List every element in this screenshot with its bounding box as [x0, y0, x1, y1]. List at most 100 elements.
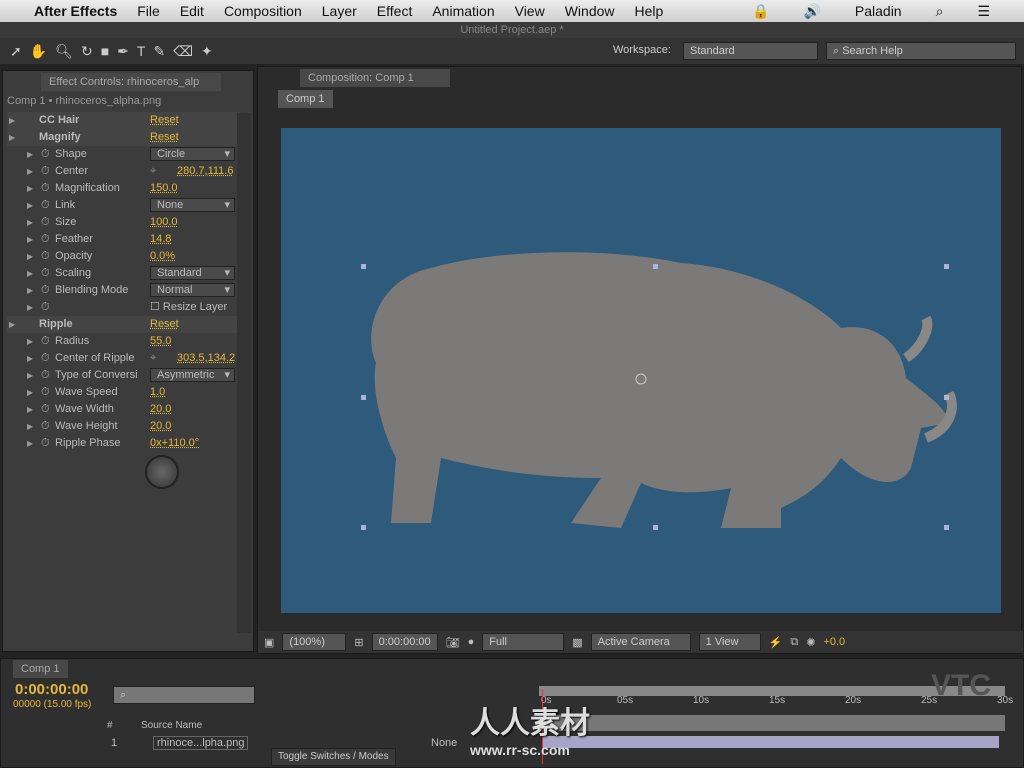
disclosure-triangle-icon[interactable]: ▶	[27, 299, 33, 316]
text-tool-icon[interactable]: T	[137, 43, 146, 59]
brush-tool-icon[interactable]: ✎	[153, 43, 165, 60]
reset-link[interactable]: Reset	[150, 112, 179, 129]
property-value[interactable]: 303.5,134.2	[177, 350, 235, 367]
toggle-switches-button[interactable]: Toggle Switches / Modes	[271, 748, 396, 766]
menu-edit[interactable]: Edit	[180, 3, 204, 19]
search-icon[interactable]: ⌕	[936, 3, 944, 20]
menu-layer[interactable]: Layer	[322, 3, 357, 19]
disclosure-triangle-icon[interactable]: ▶	[9, 112, 15, 129]
stopwatch-icon[interactable]: ⏱	[41, 350, 50, 367]
view-layout-select[interactable]: 1 View	[698, 633, 761, 651]
rhinoceros-layer[interactable]	[281, 128, 1001, 613]
grid-icon[interactable]: ⊞	[354, 636, 363, 649]
comp-breadcrumb[interactable]: Comp 1	[278, 90, 333, 108]
stopwatch-icon[interactable]: ⏱	[41, 435, 50, 452]
scrollbar[interactable]	[237, 113, 251, 633]
rotate-tool-icon[interactable]: ↻	[81, 43, 93, 60]
disclosure-triangle-icon[interactable]: ▶	[27, 146, 33, 163]
disclosure-triangle-icon[interactable]: ▶	[27, 163, 33, 180]
search-help-input[interactable]: ⌕ Search Help	[826, 42, 1016, 60]
stopwatch-icon[interactable]: ⏱	[41, 180, 50, 197]
stopwatch-icon[interactable]: ⏱	[41, 265, 50, 282]
zoom-select[interactable]: (100%)	[282, 633, 347, 651]
stopwatch-icon[interactable]: ⏱	[41, 418, 50, 435]
composition-tab[interactable]: Composition: Comp 1	[300, 69, 450, 87]
camera-select[interactable]: Active Camera	[590, 633, 691, 651]
disclosure-triangle-icon[interactable]: ▶	[27, 350, 33, 367]
property-value[interactable]: 0.0%	[150, 248, 175, 265]
stopwatch-icon[interactable]: ⏱	[41, 146, 50, 163]
pin-tool-icon[interactable]: ✦	[201, 43, 213, 60]
stopwatch-icon[interactable]: ⏱	[41, 367, 50, 384]
property-value[interactable]: 100.0	[150, 214, 178, 231]
disclosure-triangle-icon[interactable]: ▶	[27, 384, 33, 401]
workspace-select[interactable]: Standard	[683, 42, 818, 60]
zoom-tool-icon[interactable]: 🔍︎	[55, 43, 73, 60]
property-dropdown[interactable]: Normal	[150, 283, 235, 297]
snapshot-icon[interactable]: 📷︎	[446, 636, 460, 649]
disclosure-triangle-icon[interactable]: ▶	[27, 282, 33, 299]
hand-tool-icon[interactable]: ✋	[30, 43, 47, 60]
menu-view[interactable]: View	[515, 3, 545, 19]
flowchart-icon[interactable]: ⧉	[790, 636, 798, 649]
disclosure-triangle-icon[interactable]: ▶	[9, 129, 15, 146]
resolution-select[interactable]: Full	[482, 633, 565, 651]
list-icon[interactable]: ☰	[977, 3, 990, 20]
disclosure-triangle-icon[interactable]: ▶	[9, 316, 15, 333]
fast-preview-icon[interactable]: ⚡	[769, 636, 783, 649]
layer-mode[interactable]: None	[431, 737, 457, 749]
pen-tool-icon[interactable]: ✒	[117, 43, 129, 60]
disclosure-triangle-icon[interactable]: ▶	[27, 265, 33, 282]
timeline-current-time[interactable]: 0:00:00:00	[15, 681, 88, 698]
crosshair-icon[interactable]: ⌖	[150, 163, 156, 180]
disclosure-triangle-icon[interactable]: ▶	[27, 180, 33, 197]
disclosure-triangle-icon[interactable]: ▶	[27, 248, 33, 265]
lock-icon[interactable]: 🔒	[752, 3, 769, 20]
property-value[interactable]: 20.0	[150, 418, 171, 435]
crosshair-icon[interactable]: ⌖	[150, 350, 156, 367]
stopwatch-icon[interactable]: ⏱	[41, 384, 50, 401]
stopwatch-icon[interactable]: ⏱	[41, 214, 50, 231]
exposure-icon[interactable]: ✺	[806, 636, 815, 649]
menu-help[interactable]: Help	[635, 3, 664, 19]
stopwatch-icon[interactable]: ⏱	[41, 163, 50, 180]
reset-link[interactable]: Reset	[150, 316, 179, 333]
layer-bar[interactable]	[543, 736, 999, 748]
property-value[interactable]: 0x+110.0°	[150, 435, 199, 452]
eraser-tool-icon[interactable]: ⌫	[173, 43, 193, 60]
timeline-track[interactable]	[539, 715, 1005, 731]
region-icon[interactable]: ▣	[264, 636, 274, 649]
volume-icon[interactable]: 🔊	[803, 3, 820, 20]
disclosure-triangle-icon[interactable]: ▶	[27, 231, 33, 248]
user-name[interactable]: Paladin	[855, 3, 902, 20]
stopwatch-icon[interactable]: ⏱	[41, 282, 50, 299]
resize-layer-checkbox[interactable]: ☐ Resize Layer	[150, 299, 227, 316]
timeline-tab[interactable]: Comp 1	[13, 660, 68, 678]
menu-app[interactable]: After Effects	[34, 3, 117, 19]
disclosure-triangle-icon[interactable]: ▶	[27, 435, 33, 452]
property-value[interactable]: 150.0	[150, 180, 178, 197]
disclosure-triangle-icon[interactable]: ▶	[27, 214, 33, 231]
menu-composition[interactable]: Composition	[224, 3, 302, 19]
stopwatch-icon[interactable]: ⏱	[41, 299, 50, 316]
rectangle-tool-icon[interactable]: ■	[101, 43, 109, 59]
disclosure-triangle-icon[interactable]: ▶	[27, 401, 33, 418]
property-dropdown[interactable]: Circle	[150, 147, 235, 161]
property-value[interactable]: 20.0	[150, 401, 171, 418]
property-value[interactable]: 280.7,111.6	[177, 163, 233, 180]
layer-name[interactable]: rhinoce...lpha.png	[153, 736, 249, 750]
property-dropdown[interactable]: Standard	[150, 266, 235, 280]
comp-canvas[interactable]	[281, 128, 1001, 613]
stopwatch-icon[interactable]: ⏱	[41, 197, 50, 214]
disclosure-triangle-icon[interactable]: ▶	[27, 418, 33, 435]
menu-file[interactable]: File	[137, 3, 160, 19]
property-value[interactable]: 14.8	[150, 231, 171, 248]
exposure-value[interactable]: +0.0	[823, 636, 845, 648]
menu-window[interactable]: Window	[565, 3, 615, 19]
channel-icon[interactable]: ●	[468, 636, 475, 648]
reset-link[interactable]: Reset	[150, 129, 179, 146]
property-value[interactable]: 55.0	[150, 333, 171, 350]
menu-animation[interactable]: Animation	[432, 3, 494, 19]
stopwatch-icon[interactable]: ⏱	[41, 401, 50, 418]
property-dropdown[interactable]: None	[150, 198, 235, 212]
